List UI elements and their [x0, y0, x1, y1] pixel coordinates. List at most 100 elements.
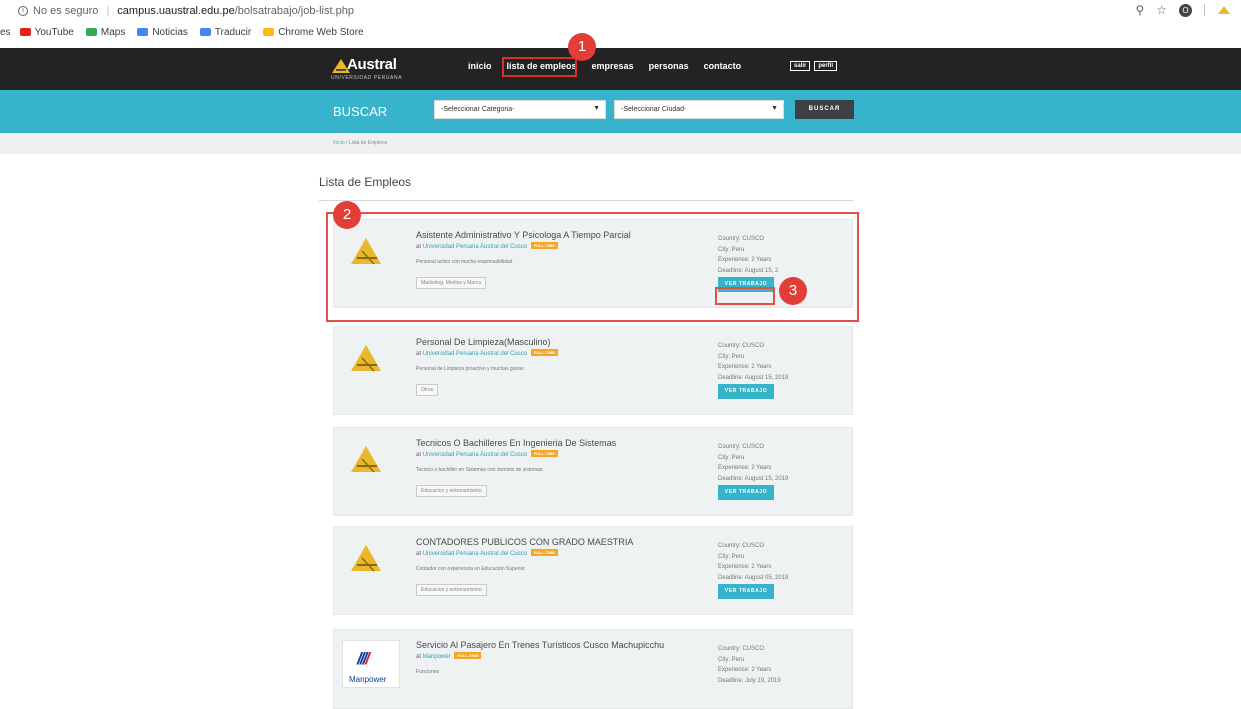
city-select[interactable]: -Seleccionar Ciudad- ▼: [614, 100, 784, 119]
category-select[interactable]: -Seleccionar Categoria- ▼: [434, 100, 606, 119]
job-meta: Country: CUSCO City: Peru Experience: 2 …: [718, 341, 788, 383]
logo-subtitle: UNIVERSIDAD PERUANA: [331, 75, 403, 81]
manpower-logo: //// Manpower: [342, 640, 400, 688]
job-title[interactable]: Tecnicos O Bachilleres En Ingenieria De …: [416, 438, 616, 448]
category-select-value: -Seleccionar Categoria-: [441, 106, 515, 113]
address-separator: |: [106, 5, 110, 17]
site-header: Austral UNIVERSIDAD PERUANA inicio lista…: [0, 48, 1241, 90]
job-title[interactable]: Personal De Limpieza(Masculino): [416, 337, 551, 347]
job-deadline: Deadline: August 05, 2019: [718, 574, 789, 581]
austral-logo-icon: [351, 446, 381, 473]
job-company[interactable]: Manpower: [423, 654, 451, 660]
job-at: at: [416, 654, 422, 660]
manpower-mark-icon: ////: [357, 649, 370, 668]
perfil-button[interactable]: perfil: [814, 61, 838, 71]
job-card: Personal De Limpieza(Masculino) at Unive…: [333, 326, 853, 415]
job-city: City: Peru: [718, 553, 745, 560]
job-title[interactable]: CONTADORES PUBLICOS CON GRADO MAESTRIA: [416, 537, 633, 547]
view-job-button[interactable]: VER TRABAJO: [718, 584, 774, 599]
job-deadline: Deadline: July 19, 2019: [718, 677, 781, 684]
browser-toolbar-right: ⚲ ☆ O: [1135, 3, 1231, 17]
job-description: Personal de Limpieza proactivo y muchas …: [416, 366, 524, 372]
job-company[interactable]: Universidad Peruana Austral del Cusco: [423, 351, 527, 357]
job-experience: Experience: 2 Years: [718, 364, 772, 370]
austral-logo[interactable]: Austral UNIVERSIDAD PERUANA: [331, 56, 416, 84]
chevron-down-icon: ▼: [771, 105, 778, 112]
bookmark-label: Traducir: [214, 26, 252, 38]
bookmarks-bar: es YouTube Maps Noticias Traducir Chrome…: [0, 22, 1241, 42]
extension-icon[interactable]: O: [1179, 3, 1192, 17]
bookmark-truncated[interactable]: es: [0, 27, 11, 38]
bookmark-star-icon[interactable]: ☆: [1156, 3, 1167, 17]
austral-extension-icon[interactable]: [1217, 5, 1231, 15]
job-card: CONTADORES PUBLICOS CON GRADO MAESTRIA a…: [333, 526, 853, 615]
job-deadline: Deadline: August 15, 2019: [718, 374, 789, 381]
breadcrumb-home[interactable]: Inicio: [333, 140, 345, 146]
job-type-badge: FULL-TIME: [530, 349, 558, 356]
bookmark-traducir[interactable]: Traducir: [199, 26, 252, 38]
view-job-button[interactable]: VER TRABAJO: [718, 384, 774, 399]
news-icon: [137, 28, 149, 36]
job-type-badge: FULL-TIME: [530, 549, 558, 556]
job-company[interactable]: Universidad Peruana Austral del Cusco: [423, 551, 527, 557]
job-category-tag[interactable]: Otros: [416, 384, 439, 396]
job-meta: Country: CUSCO City: Peru Experience: 2 …: [718, 644, 781, 686]
job-meta: Country: CUSCO City: Peru Experience: 2 …: [718, 442, 788, 484]
menu-personas[interactable]: personas: [649, 61, 689, 71]
job-experience: Experience: 2 Years: [718, 667, 772, 673]
job-company-line: at Universidad Peruana Austral del Cusco…: [416, 450, 558, 458]
job-meta: Country: CUSCO City: Peru Experience: 2 …: [718, 541, 788, 583]
job-type-badge: FULL-TIME: [530, 450, 558, 457]
zoom-icon[interactable]: ⚲: [1135, 3, 1144, 17]
annotation-marker-3: 3: [779, 277, 807, 305]
job-description: Tecnico o bachiller en Sistemas con domi…: [416, 467, 543, 473]
toolbar-divider: [1204, 4, 1205, 16]
job-description: Funciones: [416, 669, 440, 675]
info-icon[interactable]: i: [18, 6, 28, 16]
job-card: //// Manpower Servicio Al Pasajero En Tr…: [333, 629, 853, 709]
menu-empresas[interactable]: empresas: [592, 61, 634, 71]
bookmark-youtube[interactable]: YouTube: [19, 26, 74, 38]
maps-icon: [85, 28, 97, 36]
logo-name: Austral: [347, 56, 397, 73]
job-experience: Experience: 2 Years: [718, 465, 772, 471]
job-country: Country: CUSCO: [718, 543, 765, 549]
page-title: Lista de Empleos: [319, 175, 412, 189]
job-country: Country: CUSCO: [718, 343, 765, 349]
job-country: Country: CUSCO: [718, 444, 765, 450]
job-category-tag[interactable]: Educacion y entrenamiento: [416, 485, 487, 497]
job-company[interactable]: Universidad Peruana Austral del Cusco: [423, 452, 527, 458]
annotation-marker-2: 2: [333, 201, 361, 229]
annotation-marker-1: 1: [568, 33, 596, 61]
job-country: Country: CUSCO: [718, 646, 765, 652]
bookmark-noticias[interactable]: Noticias: [137, 27, 188, 38]
menu-contacto[interactable]: contacto: [704, 61, 742, 71]
bookmark-maps[interactable]: Maps: [85, 26, 126, 38]
breadcrumb: Inicio / Lista de Empleos: [333, 140, 387, 146]
job-description: Contador con experiencia en Educacion Su…: [416, 566, 525, 572]
bookmark-label: Noticias: [152, 26, 188, 38]
search-button[interactable]: BUSCAR: [795, 100, 854, 119]
job-city: City: Peru: [718, 454, 745, 461]
title-divider: [319, 200, 853, 201]
job-card: Tecnicos O Bachilleres En Ingenieria De …: [333, 427, 853, 516]
job-city: City: Peru: [718, 656, 745, 663]
menu-inicio[interactable]: inicio: [468, 61, 492, 71]
address-bar[interactable]: i No es seguro | campus.uaustral.edu.pe …: [0, 0, 1241, 22]
bookmark-chrome-web-store[interactable]: Chrome Web Store: [263, 26, 364, 38]
bookmark-label: Maps: [100, 26, 126, 38]
job-at: at: [416, 351, 422, 357]
job-category-tag[interactable]: Educacion y entrenamiento: [416, 584, 487, 596]
city-select-value: -Seleccionar Ciudad-: [621, 106, 687, 113]
annotation-highlight-menu: [502, 57, 577, 77]
url-path: /bolsatrabajo/job-list.php: [234, 5, 354, 17]
view-job-button[interactable]: VER TRABAJO: [718, 485, 774, 500]
bookmark-label: YouTube: [34, 26, 74, 38]
bookmark-label: Chrome Web Store: [278, 26, 364, 38]
youtube-icon: [19, 28, 31, 36]
annotation-frame-first-job: [326, 212, 859, 322]
job-company-line: at Universidad Peruana Austral del Cusco…: [416, 549, 558, 557]
job-experience: Experience: 2 Years: [718, 564, 772, 570]
job-title[interactable]: Servicio Al Pasajero En Trenes Turístico…: [416, 640, 664, 650]
salir-button[interactable]: salir: [790, 61, 811, 71]
